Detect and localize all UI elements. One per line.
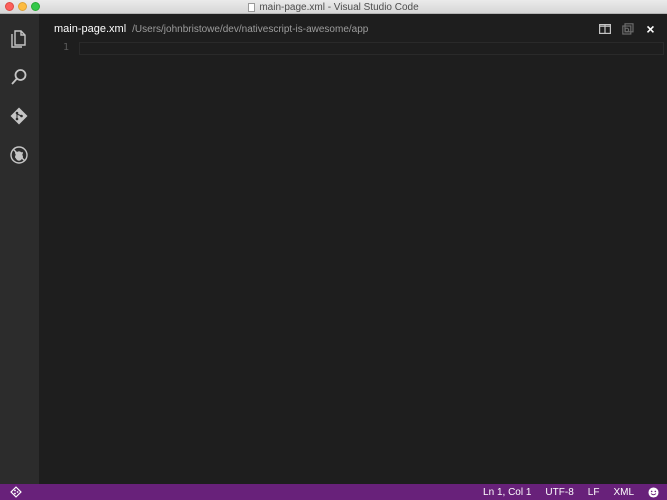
file-encoding[interactable]: UTF-8 (545, 487, 573, 498)
editor-line[interactable]: 1 (39, 42, 667, 56)
activity-search[interactable] (8, 66, 30, 88)
open-changes-icon (621, 22, 634, 35)
search-icon (11, 69, 27, 85)
files-icon (11, 30, 26, 48)
end-of-line[interactable]: LF (588, 487, 600, 498)
open-changes-button[interactable] (621, 22, 634, 35)
activity-debug[interactable] (8, 144, 30, 166)
editor-area[interactable]: main-page.xml /Users/johnbristowe/dev/na… (39, 14, 667, 484)
editor-filename[interactable]: main-page.xml (54, 23, 126, 35)
split-editor-icon (598, 23, 611, 34)
activity-explorer[interactable] (8, 28, 30, 50)
current-line-highlight (79, 42, 664, 55)
debug-icon (10, 146, 28, 164)
editor-file-path: /Users/johnbristowe/dev/nativescript-is-… (132, 23, 369, 35)
language-mode[interactable]: XML (613, 487, 634, 498)
window-title: main-page.xml - Visual Studio Code (259, 1, 419, 13)
split-editor-button[interactable] (598, 22, 611, 35)
activity-git[interactable] (8, 105, 30, 127)
cursor-position[interactable]: Ln 1, Col 1 (483, 487, 531, 498)
editor-header: main-page.xml /Users/johnbristowe/dev/na… (39, 14, 667, 44)
line-number: 1 (63, 42, 70, 53)
title-bar: main-page.xml - Visual Studio Code (0, 0, 667, 14)
git-icon (10, 107, 28, 125)
activity-bar (0, 14, 39, 484)
editor-actions: × (598, 20, 657, 37)
status-bar: Ln 1, Col 1 UTF-8 LF XML (0, 484, 667, 500)
window-title-group: main-page.xml - Visual Studio Code (0, 0, 667, 14)
git-branch-icon[interactable] (10, 486, 22, 498)
status-bar-right: Ln 1, Col 1 UTF-8 LF XML (483, 484, 659, 500)
close-icon: × (646, 20, 655, 37)
close-editor-button[interactable]: × (644, 20, 657, 37)
feedback-smiley-icon[interactable] (648, 486, 659, 498)
document-icon (248, 2, 256, 12)
